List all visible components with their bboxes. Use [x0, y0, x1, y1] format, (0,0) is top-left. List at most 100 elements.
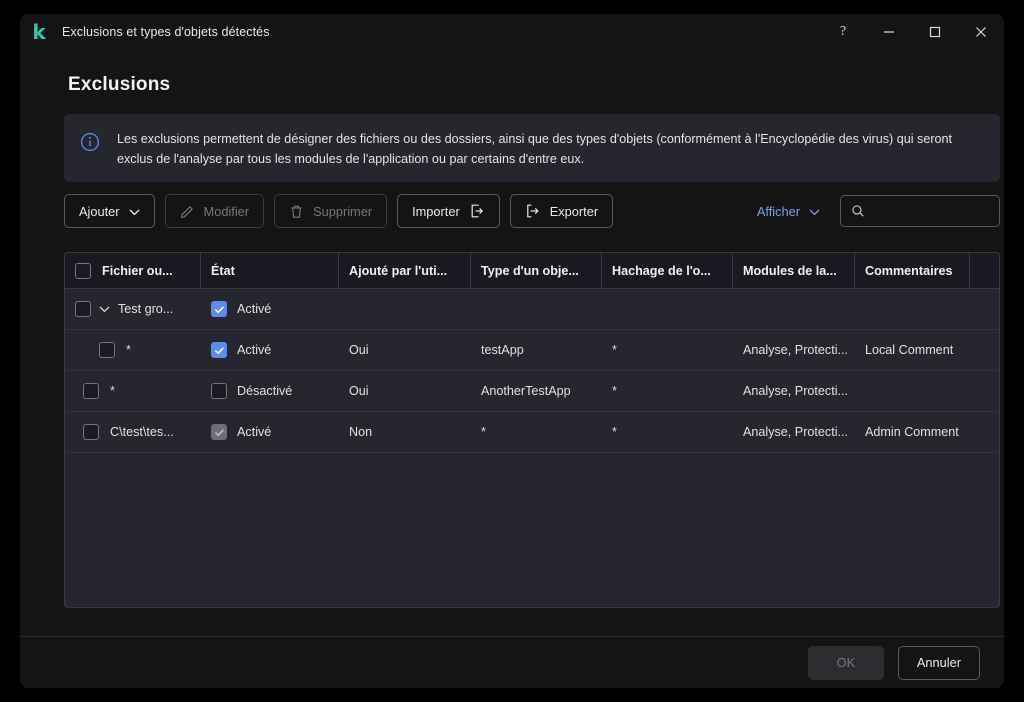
table-row[interactable]: Test gro... Activé [65, 289, 999, 330]
export-button[interactable]: Exporter [510, 194, 613, 228]
cell-modules [733, 289, 855, 329]
chevron-down-icon[interactable] [99, 305, 110, 313]
close-icon [974, 25, 988, 39]
cell-file-label: * [110, 384, 115, 398]
info-icon [80, 132, 100, 152]
export-icon [525, 203, 541, 219]
edit-button[interactable]: Modifier [165, 194, 265, 228]
pencil-icon [180, 204, 195, 219]
cell-added-by-user: Non [339, 412, 471, 452]
ok-button[interactable]: OK [808, 646, 884, 680]
minimize-button[interactable] [866, 14, 912, 50]
add-button-label: Ajouter [79, 204, 120, 219]
cell-state-label: Activé [237, 302, 271, 316]
cell-file: * [65, 330, 201, 370]
window-controls: ? [820, 14, 1004, 50]
cell-file-label: C\test\tes... [110, 425, 174, 439]
cell-comment: Admin Comment [855, 412, 970, 452]
table-header-state[interactable]: État [201, 253, 339, 288]
export-button-label: Exporter [550, 204, 598, 219]
search-icon [851, 204, 865, 218]
delete-button[interactable]: Supprimer [274, 194, 387, 228]
table-row[interactable]: C\test\tes... Activé Non * * Analyse, Pr… [65, 412, 999, 453]
dialog-window: k Exclusions et types d'objets détectés … [20, 14, 1004, 688]
footer: OK Annuler [20, 637, 1004, 688]
exclusions-table: Fichier ou... État Ajouté par l'uti... T… [64, 252, 1000, 608]
cell-file: C\test\tes... [65, 412, 201, 452]
cell-state-label: Activé [237, 425, 271, 439]
page-title: Exclusions [68, 74, 170, 96]
info-banner-text: Les exclusions permettent de désigner de… [117, 130, 972, 170]
import-icon [469, 203, 485, 219]
state-checkbox[interactable] [211, 383, 227, 399]
cell-modules: Analyse, Protecti... [733, 330, 855, 370]
check-icon [214, 428, 225, 437]
window-title: Exclusions et types d'objets détectés [62, 25, 270, 39]
edit-button-label: Modifier [204, 204, 250, 219]
chevron-down-icon [809, 204, 820, 219]
cell-comment: Local Comment [855, 330, 970, 370]
cell-added-by-user: Oui [339, 330, 471, 370]
cell-file-label: Test gro... [118, 302, 173, 316]
cancel-button[interactable]: Annuler [898, 646, 980, 680]
cell-object-hash: * [602, 412, 733, 452]
table-header-modules[interactable]: Modules de la... [733, 253, 855, 288]
trash-icon [289, 204, 304, 219]
cell-comment [855, 371, 970, 411]
search-box[interactable] [840, 195, 1000, 227]
cell-object-hash: * [602, 371, 733, 411]
table-header-added-by-user[interactable]: Ajouté par l'uti... [339, 253, 471, 288]
maximize-icon [928, 25, 942, 39]
table-row[interactable]: * Activé Oui testApp * Analyse, Protecti… [65, 330, 999, 371]
row-select-checkbox[interactable] [99, 342, 115, 358]
cell-state-label: Activé [237, 343, 271, 357]
search-input[interactable] [873, 203, 987, 219]
row-select-checkbox[interactable] [75, 301, 91, 317]
chevron-down-icon [129, 204, 140, 219]
table-header-row: Fichier ou... État Ajouté par l'uti... T… [65, 253, 999, 289]
state-checkbox[interactable] [211, 342, 227, 358]
cell-added-by-user: Oui [339, 371, 471, 411]
delete-button-label: Supprimer [313, 204, 372, 219]
table-header-spacer [970, 253, 999, 288]
table-header-comments[interactable]: Commentaires [855, 253, 970, 288]
cell-state: Activé [201, 289, 339, 329]
cell-file: * [65, 371, 201, 411]
import-button-label: Importer [412, 204, 460, 219]
cell-object-hash [602, 289, 733, 329]
cell-added-by-user [339, 289, 471, 329]
cell-object-type: AnotherTestApp [471, 371, 602, 411]
cell-state: Désactivé [201, 371, 339, 411]
cell-file-label: * [126, 343, 131, 357]
cell-object-type: * [471, 412, 602, 452]
import-button[interactable]: Importer [397, 194, 500, 228]
state-checkbox[interactable] [211, 301, 227, 317]
cell-state-label: Désactivé [237, 384, 292, 398]
row-select-checkbox[interactable] [83, 424, 99, 440]
state-checkbox [211, 424, 227, 440]
table-header-object-hash[interactable]: Hachage de l'o... [602, 253, 733, 288]
cell-object-type [471, 289, 602, 329]
select-all-checkbox[interactable] [75, 263, 91, 279]
check-icon [214, 346, 225, 355]
add-button[interactable]: Ajouter [64, 194, 155, 228]
table-header-file[interactable]: Fichier ou... [65, 253, 201, 288]
kaspersky-k-logo-icon: k [28, 21, 50, 43]
show-filter-dropdown[interactable]: Afficher [757, 204, 820, 219]
cell-state: Activé [201, 330, 339, 370]
cell-state: Activé [201, 412, 339, 452]
cell-object-hash: * [602, 330, 733, 370]
info-banner: Les exclusions permettent de désigner de… [64, 114, 1000, 182]
cell-modules: Analyse, Protecti... [733, 371, 855, 411]
close-button[interactable] [958, 14, 1004, 50]
table-row[interactable]: * Désactivé Oui AnotherTestApp * Analyse… [65, 371, 999, 412]
cell-modules: Analyse, Protecti... [733, 412, 855, 452]
row-select-checkbox[interactable] [83, 383, 99, 399]
help-icon: ? [840, 24, 846, 40]
cell-file: Test gro... [65, 289, 201, 329]
table-header-object-type[interactable]: Type d'un obje... [471, 253, 602, 288]
maximize-button[interactable] [912, 14, 958, 50]
help-button[interactable]: ? [820, 14, 866, 50]
toolbar: Ajouter Modifier Supprimer Importer [64, 194, 1000, 228]
show-filter-label: Afficher [757, 204, 800, 219]
